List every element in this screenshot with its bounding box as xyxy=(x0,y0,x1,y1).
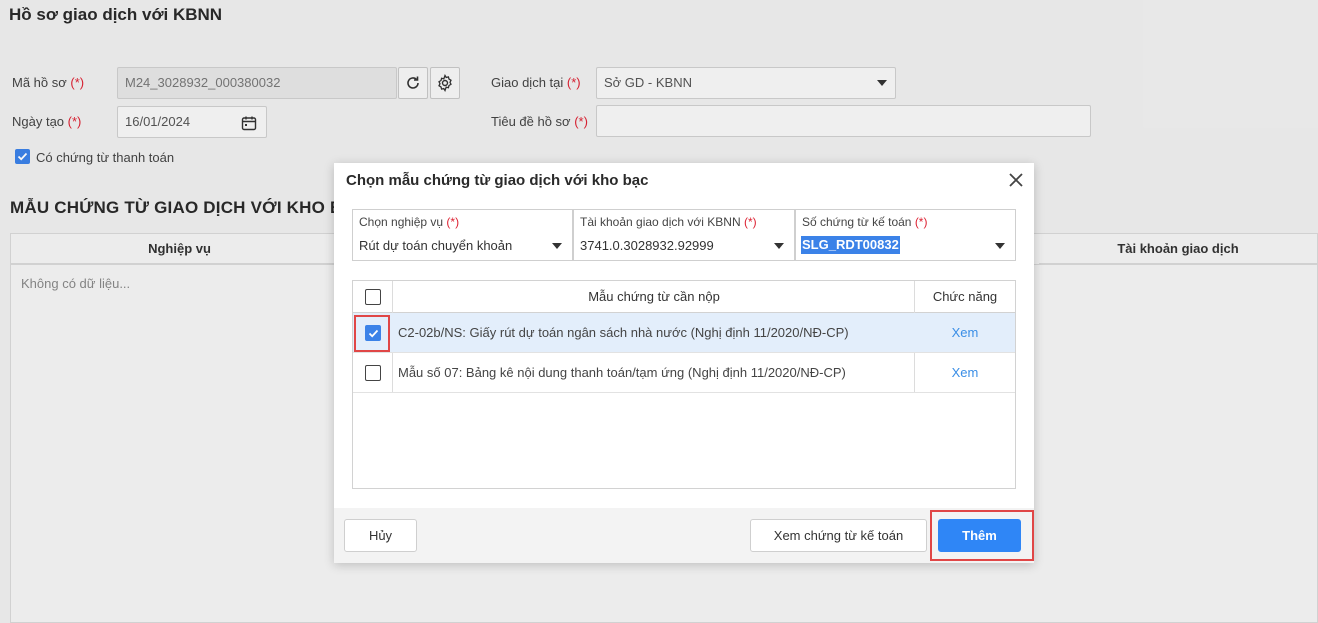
tai-khoan-value: 3741.0.3028932.92999 xyxy=(580,238,714,253)
caret-down-icon xyxy=(995,243,1005,249)
so-chung-tu-value: SLG_RDT00832 xyxy=(801,236,900,254)
caret-down-icon xyxy=(774,243,784,249)
table-row[interactable]: Mẫu số 07: Bảng kê nội dung thanh toán/t… xyxy=(353,353,1015,393)
close-button[interactable] xyxy=(1006,170,1026,190)
so-chung-tu-select[interactable]: Số chứng từ kế toán (*) SLG_RDT00832 xyxy=(795,209,1016,261)
template-grid: Mẫu chứng từ cần nộp Chức năng C2-02b/NS… xyxy=(352,280,1016,489)
column-header-function: Chức năng xyxy=(932,289,998,304)
template-name: Mẫu số 07: Bảng kê nội dung thanh toán/t… xyxy=(398,365,846,380)
table-row[interactable]: C2-02b/NS: Giấy rút dự toán ngân sách nh… xyxy=(353,313,1015,353)
required-mark: (*) xyxy=(743,215,757,229)
cancel-button[interactable]: Hủy xyxy=(344,519,417,552)
nghiep-vu-label: Chọn nghiệp vụ (*) xyxy=(359,215,459,229)
caret-down-icon xyxy=(552,243,562,249)
so-chung-tu-label: Số chứng từ kế toán (*) xyxy=(802,215,927,229)
grid-header: Mẫu chứng từ cần nộp Chức năng xyxy=(353,281,1015,313)
view-link[interactable]: Xem xyxy=(915,325,1015,340)
template-name: C2-02b/NS: Giấy rút dự toán ngân sách nh… xyxy=(398,325,849,340)
checkmark-icon xyxy=(368,329,378,337)
select-template-dialog: Chọn mẫu chứng từ giao dịch với kho bạc … xyxy=(334,163,1034,563)
dialog-footer: Hủy Xem chứng từ kế toán Thêm xyxy=(334,508,1034,563)
row-checkbox[interactable] xyxy=(365,325,381,341)
row-checkbox[interactable] xyxy=(365,365,381,381)
close-icon xyxy=(1009,173,1023,187)
nghiep-vu-value: Rút dự toán chuyển khoản xyxy=(359,238,513,253)
tai-khoan-label-text: Tài khoản giao dịch với KBNN xyxy=(580,215,741,229)
view-link[interactable]: Xem xyxy=(915,365,1015,380)
required-mark: (*) xyxy=(914,215,928,229)
column-header-template: Mẫu chứng từ cần nộp xyxy=(588,289,720,304)
so-chung-tu-label-text: Số chứng từ kế toán xyxy=(802,215,912,229)
select-all-checkbox[interactable] xyxy=(365,289,381,305)
required-mark: (*) xyxy=(446,215,460,229)
dialog-title: Chọn mẫu chứng từ giao dịch với kho bạc xyxy=(346,172,649,189)
view-accounting-voucher-button[interactable]: Xem chứng từ kế toán xyxy=(750,519,927,552)
tai-khoan-label: Tài khoản giao dịch với KBNN (*) xyxy=(580,215,757,229)
nghiep-vu-select[interactable]: Chọn nghiệp vụ (*) Rút dự toán chuyển kh… xyxy=(352,209,573,261)
tai-khoan-select[interactable]: Tài khoản giao dịch với KBNN (*) 3741.0.… xyxy=(573,209,795,261)
nghiep-vu-label-text: Chọn nghiệp vụ xyxy=(359,215,444,229)
add-button[interactable]: Thêm xyxy=(938,519,1021,552)
